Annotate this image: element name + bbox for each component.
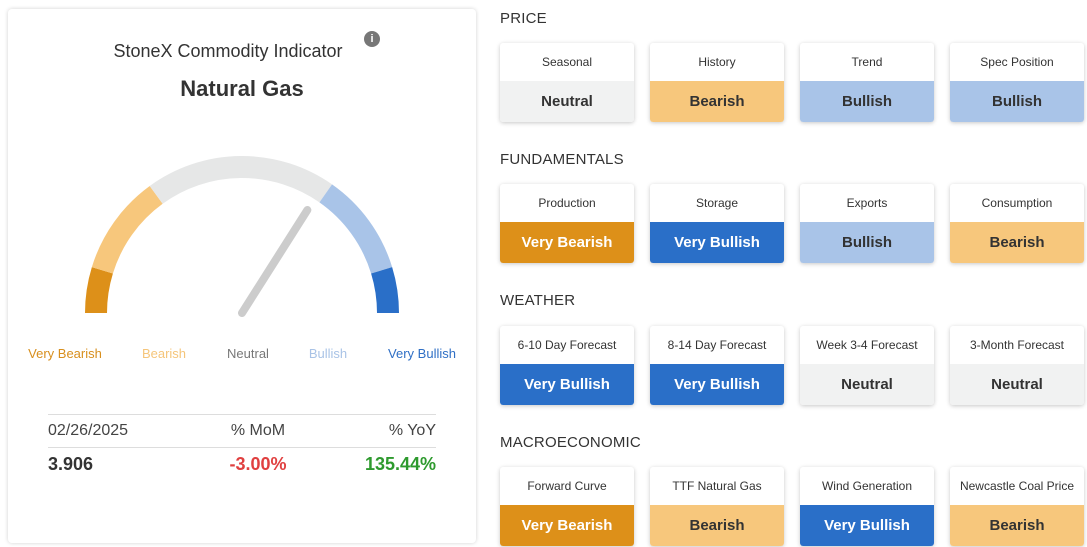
tile-label: Spec Position — [980, 55, 1054, 69]
tile-status: Very Bearish — [500, 505, 634, 546]
tile-status: Very Bearish — [500, 222, 634, 263]
tile-exports[interactable]: Exports Bullish — [800, 184, 934, 263]
tile-status: Very Bullish — [650, 222, 784, 263]
stats-date: 02/26/2025 — [48, 422, 129, 439]
gauge-label-very-bullish: Very Bullish — [388, 346, 456, 361]
tile-label: Seasonal — [541, 55, 593, 69]
stats-mom-label: % MoM — [230, 422, 286, 439]
tile-label: Exports — [846, 196, 888, 210]
stats-price: 3.906 — [48, 453, 94, 474]
price-stats: 02/26/2025 % MoM % YoY 3.906 -3.00% 135.… — [48, 414, 436, 480]
gauge-label-neutral: Neutral — [227, 346, 269, 361]
tile-label: TTF Natural Gas — [672, 479, 762, 493]
tile-status: Bearish — [950, 222, 1084, 263]
tile-label: Consumption — [981, 196, 1053, 210]
tile-status: Bearish — [950, 505, 1084, 546]
tile-history[interactable]: History Bearish — [650, 43, 784, 122]
tile-label: 8-14 Day Forecast — [667, 338, 767, 352]
gauge-needle — [238, 205, 312, 317]
tile-newcastle-coal-price[interactable]: Newcastle Coal Price Bearish — [950, 467, 1084, 546]
tile-wind-generation[interactable]: Wind Generation Very Bullish — [800, 467, 934, 546]
tile-label: 6-10 Day Forecast — [517, 338, 617, 352]
section-title-weather: WEATHER — [500, 292, 576, 309]
indicator-card: StoneX Commodity Indicator i Natural Gas… — [8, 9, 476, 543]
gauge-label-bullish: Bullish — [308, 346, 348, 361]
tile-label: Trend — [851, 55, 883, 69]
tile-week-3-4-forecast[interactable]: Week 3-4 Forecast Neutral — [800, 326, 934, 405]
tile-consumption[interactable]: Consumption Bearish — [950, 184, 1084, 263]
tile-label: Storage — [695, 196, 739, 210]
section-title-price: PRICE — [500, 10, 547, 27]
tile-status: Bullish — [800, 222, 934, 263]
tile-3-month-forecast[interactable]: 3-Month Forecast Neutral — [950, 326, 1084, 405]
gauge-segment-neutral — [149, 156, 333, 204]
tile-status: Very Bullish — [500, 364, 634, 405]
tile-ttf-natural-gas[interactable]: TTF Natural Gas Bearish — [650, 467, 784, 546]
gauge-label-very-bearish: Very Bearish — [28, 346, 102, 361]
stats-header-row: 02/26/2025 % MoM % YoY — [48, 414, 436, 447]
stats-yoy-label: % YoY — [388, 422, 436, 439]
tile-status: Neutral — [800, 364, 934, 405]
sentiment-gauge — [85, 156, 399, 317]
gauge-segment-bearish — [91, 185, 163, 274]
tile-label: Week 3-4 Forecast — [816, 338, 918, 352]
tile-storage[interactable]: Storage Very Bullish — [650, 184, 784, 263]
tile-status: Neutral — [500, 81, 634, 122]
tile-status: Very Bullish — [800, 505, 934, 546]
section-title-fundamentals: FUNDAMENTALS — [500, 151, 624, 168]
tile-label: Wind Generation — [821, 479, 913, 493]
tile-spec-position[interactable]: Spec Position Bullish — [950, 43, 1084, 122]
tile-label: Newcastle Coal Price — [959, 479, 1075, 493]
tile-8-14-day-forecast[interactable]: 8-14 Day Forecast Very Bullish — [650, 326, 784, 405]
tile-label: History — [698, 55, 736, 69]
gauge-segment-very-bearish — [85, 267, 113, 314]
tile-label: Forward Curve — [527, 479, 607, 493]
tile-status: Bearish — [650, 81, 784, 122]
tile-6-10-day-forecast[interactable]: 6-10 Day Forecast Very Bullish — [500, 326, 634, 405]
tile-label: 3-Month Forecast — [969, 338, 1065, 352]
tile-trend[interactable]: Trend Bullish — [800, 43, 934, 122]
tile-production[interactable]: Production Very Bearish — [500, 184, 634, 263]
tile-status: Bullish — [950, 81, 1084, 122]
tile-seasonal[interactable]: Seasonal Neutral — [500, 43, 634, 122]
tile-status: Very Bullish — [650, 364, 784, 405]
gauge-label-bearish: Bearish — [141, 346, 187, 361]
tile-status: Bullish — [800, 81, 934, 122]
stats-yoy-value: 135.44% — [364, 453, 436, 474]
stats-value-row: 3.906 -3.00% 135.44% — [48, 447, 436, 480]
tile-status: Bearish — [650, 505, 784, 546]
section-title-macroeconomic: MACROECONOMIC — [500, 434, 641, 451]
tile-forward-curve[interactable]: Forward Curve Very Bearish — [500, 467, 634, 546]
stats-mom-value: -3.00% — [229, 453, 287, 474]
gauge-segment-very-bullish — [371, 267, 399, 314]
tile-status: Neutral — [950, 364, 1084, 405]
tile-label: Production — [538, 196, 596, 210]
gauge-segment-bullish — [319, 184, 393, 274]
